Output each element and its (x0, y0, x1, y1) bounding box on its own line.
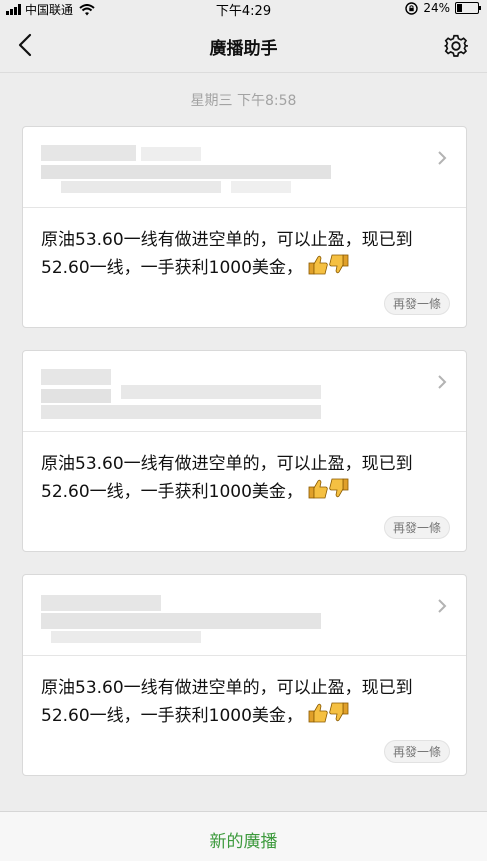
thumbs-emoji-icon (308, 254, 350, 276)
resend-button[interactable]: 再發一條 (383, 516, 450, 539)
chevron-right-icon (438, 599, 447, 613)
status-bar: 中国联通 下午4:29 24% (0, 0, 487, 19)
broadcast-message: 原油53.60一线有做进空单的，可以止盈，现已到52.60一线，一手获利1000… (41, 454, 413, 502)
recipients-row[interactable] (23, 351, 466, 432)
back-chevron-icon[interactable] (14, 32, 38, 58)
recipients-row[interactable] (23, 127, 466, 208)
broadcast-message: 原油53.60一线有做进空单的，可以止盈，现已到52.60一线，一手获利1000… (41, 230, 413, 278)
chevron-right-icon (438, 375, 447, 389)
battery-level (457, 4, 462, 12)
new-broadcast-button[interactable]: 新的廣播 (0, 827, 487, 852)
recipients-row[interactable] (23, 575, 466, 656)
battery-icon (455, 2, 481, 14)
resend-button[interactable]: 再發一條 (383, 292, 450, 315)
resend-button[interactable]: 再發一條 (383, 740, 450, 763)
message-row: 原油53.60一线有做进空单的，可以止盈，现已到52.60一线，一手获利1000… (41, 674, 448, 730)
thumbs-down-icon (329, 254, 349, 274)
thumbs-emoji-icon (308, 702, 350, 724)
gear-icon[interactable] (443, 33, 469, 59)
bottom-bar: 新的廣播 (0, 811, 487, 861)
broadcast-message: 原油53.60一线有做进空单的，可以止盈，现已到52.60一线，一手获利1000… (41, 678, 413, 726)
broadcast-card[interactable]: 原油53.60一线有做进空单的，可以止盈，现已到52.60一线，一手获利1000… (22, 350, 467, 552)
message-row: 原油53.60一线有做进空单的，可以止盈，现已到52.60一线，一手获利1000… (41, 226, 448, 282)
thumbs-down-icon (329, 702, 349, 722)
nav-bar: 廣播助手 (0, 18, 487, 73)
page-title: 廣播助手 (209, 39, 278, 59)
lock-rotation-icon (405, 1, 419, 15)
broadcast-card[interactable]: 原油53.60一线有做进空单的，可以止盈，现已到52.60一线，一手获利1000… (22, 126, 467, 328)
chevron-right-icon (438, 151, 447, 165)
battery-percent: 24% (423, 1, 450, 15)
date-label: 星期三 下午8:58 (190, 93, 297, 109)
thumbs-up-icon (308, 255, 329, 275)
thumbs-emoji-icon (308, 478, 350, 500)
broadcast-card[interactable]: 原油53.60一线有做进空单的，可以止盈，现已到52.60一线，一手获利1000… (22, 574, 467, 776)
status-right: 24% (405, 1, 481, 15)
blurred-recipients (41, 137, 331, 197)
blurred-recipients (41, 585, 331, 645)
message-row: 原油53.60一线有做进空单的，可以止盈，现已到52.60一线，一手获利1000… (41, 450, 448, 506)
blurred-recipients (41, 361, 331, 421)
thumbs-down-icon (329, 478, 349, 498)
thumbs-up-icon (308, 479, 329, 499)
thumbs-up-icon (308, 703, 329, 723)
